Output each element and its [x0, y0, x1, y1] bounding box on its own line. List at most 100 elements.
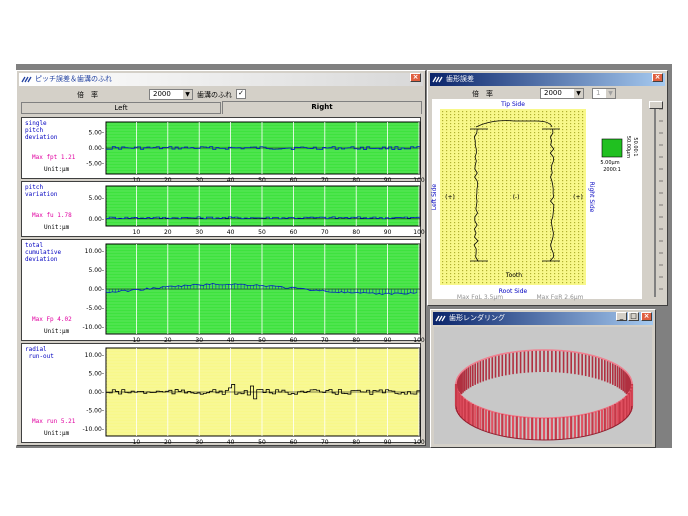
grid-dot	[450, 156, 452, 158]
grid-dot	[446, 162, 448, 164]
grid-dot	[510, 162, 512, 164]
grid-dot	[542, 126, 544, 128]
grid-dot	[510, 267, 512, 269]
profile-slider[interactable]	[647, 99, 663, 299]
profile-magnification-select[interactable]: 2000 ▼	[540, 88, 584, 99]
grid-dot	[490, 126, 492, 128]
grid-dot	[458, 195, 460, 197]
tab-right[interactable]: Right	[222, 101, 422, 114]
grid-dot	[478, 267, 480, 269]
grid-dot	[526, 183, 528, 185]
grid-dot	[570, 147, 572, 149]
grid-dot	[514, 132, 516, 134]
grid-dot	[570, 165, 572, 167]
grid-dot	[546, 264, 548, 266]
grid-dot	[506, 258, 508, 260]
grid-dot	[490, 117, 492, 119]
grid-dot	[562, 234, 564, 236]
grid-dot	[542, 240, 544, 242]
grid-dot	[470, 270, 472, 272]
grid-dot	[458, 171, 460, 173]
grid-dot	[530, 147, 532, 149]
grid-dot	[466, 282, 468, 284]
grid-dot	[534, 234, 536, 236]
grid-dot	[498, 228, 500, 230]
grid-dot	[526, 276, 528, 278]
grid-dot	[442, 246, 444, 248]
tooth-number-select[interactable]: 1 ▼	[592, 88, 616, 99]
pitch-window-titlebar[interactable]: ピッチ誤差＆歯溝のふれ	[19, 73, 423, 86]
profile-window-titlebar[interactable]: 歯形誤差	[430, 73, 665, 86]
grid-dot	[526, 231, 528, 233]
grid-dot	[490, 201, 492, 203]
grid-dot	[518, 228, 520, 230]
grid-dot	[550, 132, 552, 134]
close-button[interactable]: ×	[652, 73, 663, 82]
grid-dot	[442, 189, 444, 191]
x-tick-label: 10	[133, 229, 141, 236]
grid-dot	[494, 249, 496, 251]
grid-dot	[446, 246, 448, 248]
grid-dot	[458, 156, 460, 158]
grid-dot	[450, 234, 452, 236]
grid-dot	[574, 279, 576, 281]
grid-dot	[490, 270, 492, 272]
grid-dot	[554, 213, 556, 215]
grid-dot	[494, 246, 496, 248]
grid-dot	[466, 276, 468, 278]
grid-dot	[486, 210, 488, 212]
grid-dot	[482, 171, 484, 173]
y-tick-label: -10.00-	[82, 426, 104, 433]
grid-dot	[554, 276, 556, 278]
grid-dot	[542, 213, 544, 215]
grid-dot	[446, 132, 448, 134]
grid-dot	[442, 177, 444, 179]
grid-dot	[518, 135, 520, 137]
grid-dot	[450, 111, 452, 113]
tab-left[interactable]: Left	[21, 102, 221, 114]
grid-dot	[554, 138, 556, 140]
grid-dot	[578, 207, 580, 209]
grid-dot	[514, 246, 516, 248]
grid-dot	[522, 153, 524, 155]
grid-dot	[570, 270, 572, 272]
grid-dot	[542, 267, 544, 269]
grid-dot	[478, 252, 480, 254]
grid-dot	[466, 144, 468, 146]
grid-dot	[546, 192, 548, 194]
grid-dot	[554, 183, 556, 185]
grid-dot	[458, 279, 460, 281]
grid-dot	[482, 234, 484, 236]
close-button[interactable]: ×	[641, 312, 652, 321]
grid-dot	[542, 249, 544, 251]
grid-dot	[530, 138, 532, 140]
grid-dot	[458, 120, 460, 122]
minimize-button[interactable]: _	[616, 312, 627, 321]
grid-dot	[546, 255, 548, 257]
grid-dot	[458, 267, 460, 269]
close-button[interactable]: ×	[410, 73, 421, 82]
grid-dot	[506, 246, 508, 248]
grid-dot	[510, 141, 512, 143]
grid-dot	[498, 129, 500, 131]
grid-dot	[558, 240, 560, 242]
grid-dot	[486, 150, 488, 152]
grid-dot	[574, 150, 576, 152]
grid-dot	[458, 222, 460, 224]
grid-dot	[546, 225, 548, 227]
grid-dot	[486, 255, 488, 257]
grid-dot	[462, 174, 464, 176]
grid-dot	[470, 210, 472, 212]
grid-dot	[454, 180, 456, 182]
grid-dot	[502, 276, 504, 278]
grid-dot	[534, 144, 536, 146]
grid-dot	[522, 216, 524, 218]
grid-dot	[570, 228, 572, 230]
maximize-button[interactable]: □	[628, 312, 639, 321]
grid-dot	[470, 237, 472, 239]
magnification-select[interactable]: 2000 ▼	[149, 89, 193, 100]
runout-checkbox[interactable]: ✓	[236, 89, 246, 99]
render-viewport[interactable]	[434, 327, 652, 444]
grid-dot	[566, 225, 568, 227]
grid-dot	[534, 282, 536, 284]
